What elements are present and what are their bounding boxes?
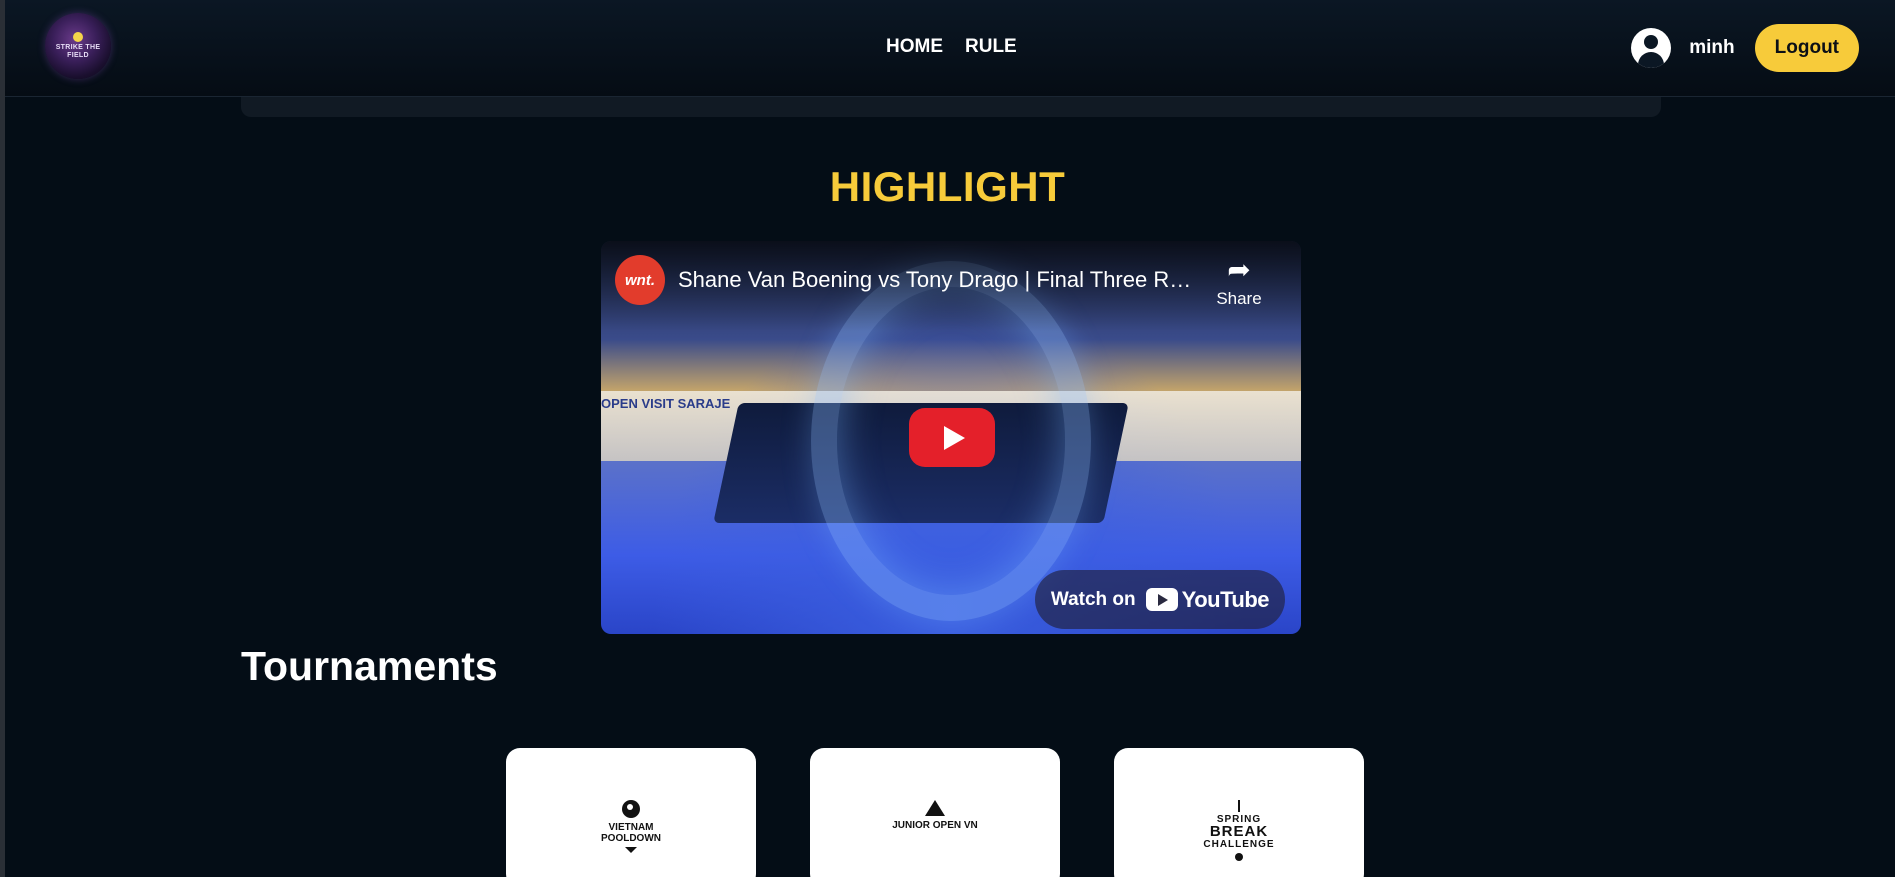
tournament-card-junior-open-vn[interactable]: JUNIOR OPEN VN [810, 748, 1060, 877]
username-label: minh [1689, 37, 1735, 58]
logout-button[interactable]: Logout [1754, 24, 1859, 72]
user-avatar-icon[interactable] [1631, 28, 1672, 68]
cue-stick-icon [1238, 800, 1240, 812]
avatar-torso [1638, 52, 1665, 68]
watch-on-youtube-button[interactable]: Watch on YouTube [1034, 570, 1285, 629]
main-nav: HOME RULE [886, 36, 1017, 58]
tournaments-title: Tournaments [241, 643, 498, 689]
site-logo[interactable]: STRIKE THE FIELD [45, 13, 111, 79]
down-triangle-icon [625, 847, 637, 853]
youtube-label: YouTube [1181, 586, 1270, 612]
top-navbar: STRIKE THE FIELD HOME RULE minh Logout [5, 0, 1895, 97]
youtube-video-embed[interactable]: OPEN VISIT SARAJE wnt. Shane Van Boening… [601, 241, 1301, 634]
youtube-logo-icon: YouTube [1145, 586, 1270, 613]
card-label-line1: VIETNAM [608, 822, 654, 833]
cue-ball-icon [1235, 853, 1243, 861]
tournament-card-vietnam-pooldown[interactable]: VIETNAM POOLDOWN [506, 748, 756, 877]
nav-home-link[interactable]: HOME [886, 36, 943, 58]
watch-on-label: Watch on [1050, 588, 1136, 610]
logo-text: STRIKE THE FIELD [55, 44, 101, 59]
nav-rule-link[interactable]: RULE [965, 36, 1017, 58]
card-label-line1: JUNIOR OPEN VN [892, 820, 978, 831]
rack-triangle-icon [925, 800, 945, 816]
left-edge-strip [0, 0, 5, 877]
card-label-line3: CHALLENGE [1203, 839, 1275, 850]
youtube-play-box [1145, 588, 1178, 611]
tournament-cards: VIETNAM POOLDOWN JUNIOR OPEN VN SPRING B… [506, 748, 1364, 877]
channel-logo-icon[interactable]: wnt. [615, 255, 665, 305]
banner-bottom-edge [241, 97, 1661, 117]
play-icon [943, 425, 965, 450]
card-label-line2: POOLDOWN [601, 833, 661, 844]
eight-ball-icon [622, 800, 640, 818]
highlight-title: HIGHLIGHT [829, 163, 1066, 210]
user-area: minh Logout [1631, 24, 1859, 72]
play-button[interactable] [909, 408, 995, 467]
video-board-text: OPEN VISIT SARAJE [601, 396, 731, 411]
logo-ball-icon [73, 32, 83, 42]
share-arrow-icon: ➦ [1227, 254, 1251, 285]
tournament-card-spring-break[interactable]: SPRING BREAK CHALLENGE [1114, 748, 1364, 877]
avatar-head [1644, 35, 1659, 49]
share-button[interactable]: ➦ Share [1209, 255, 1269, 309]
share-label: Share [1216, 289, 1262, 308]
video-title[interactable]: Shane Van Boening vs Tony Drago | Final … [678, 267, 1198, 293]
card-label-line2: BREAK [1209, 823, 1269, 840]
